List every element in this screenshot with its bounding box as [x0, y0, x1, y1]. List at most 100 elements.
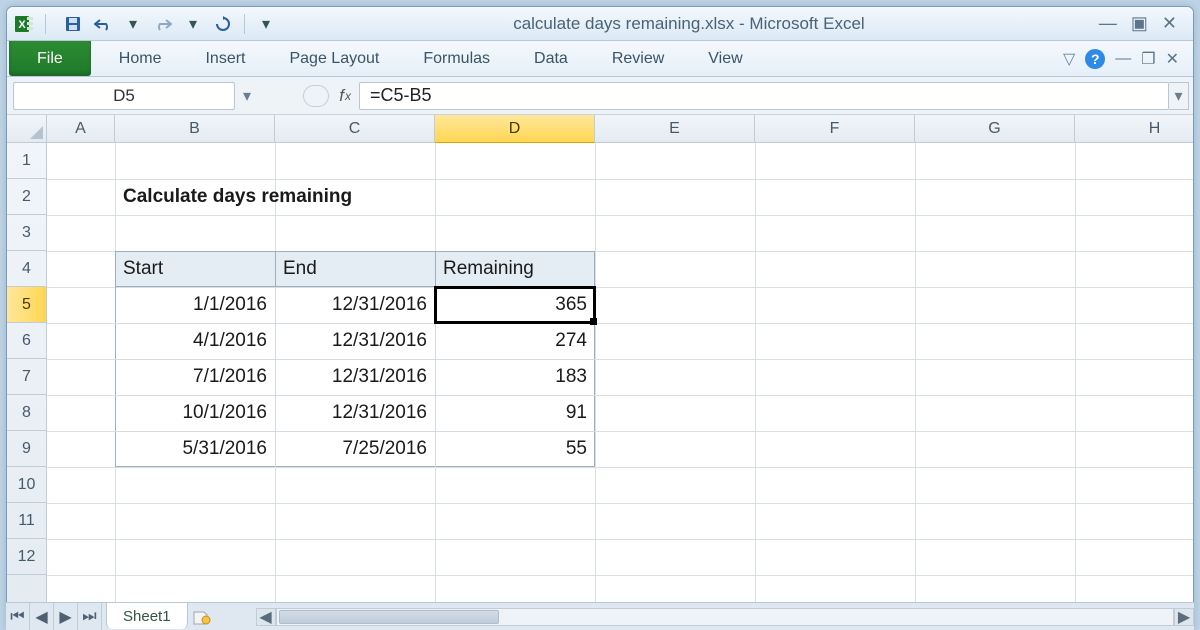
cell-C8: 12/31/2016: [275, 395, 435, 431]
col-header-H[interactable]: H: [1075, 115, 1194, 142]
ribbon-minimize-icon[interactable]: ▽: [1063, 49, 1075, 69]
tab-insert[interactable]: Insert: [183, 41, 267, 76]
ribbon-tabs: File Home Insert Page Layout Formulas Da…: [7, 41, 1193, 77]
hscroll-thumb[interactable]: [279, 610, 499, 624]
row-header-6[interactable]: 6: [7, 323, 46, 359]
formula-bar-expand[interactable]: ▾: [1169, 82, 1189, 110]
cell-B8: 10/1/2016: [115, 395, 275, 431]
cell-B5: 1/1/2016: [115, 287, 275, 323]
row-headers: 1 2 3 4 5 6 7 8 9 10 11 12: [7, 143, 47, 629]
title-bar: X ▾ ▾ ▾ calculate days remaining.xlsx - …: [7, 7, 1193, 41]
row-header-3[interactable]: 3: [7, 215, 46, 251]
cell-C9: 7/25/2016: [275, 431, 435, 467]
doc-name: calculate days remaining.xlsx: [513, 14, 734, 33]
col-header-B[interactable]: B: [115, 115, 275, 142]
undo-dropdown[interactable]: ▾: [120, 12, 146, 36]
tab-page-layout[interactable]: Page Layout: [267, 41, 401, 76]
new-sheet-button[interactable]: [188, 603, 216, 630]
sheet-nav-first[interactable]: ⏮: [6, 603, 30, 630]
horizontal-scrollbar[interactable]: ◀ ▶: [256, 603, 1194, 630]
row-header-9[interactable]: 9: [7, 431, 46, 467]
sheet-nav-last[interactable]: ⏭: [78, 603, 102, 630]
cell-D6: 274: [435, 323, 595, 359]
tab-view[interactable]: View: [686, 41, 764, 76]
cell-C6: 12/31/2016: [275, 323, 435, 359]
th-start: Start: [115, 251, 275, 287]
tab-review[interactable]: Review: [590, 41, 686, 76]
row-header-11[interactable]: 11: [7, 503, 46, 539]
svg-text:X: X: [18, 19, 26, 31]
sheet-tab-1[interactable]: Sheet1: [106, 602, 188, 629]
sheet-nav-prev[interactable]: ◀: [30, 603, 54, 630]
formula-input[interactable]: =C5-B5: [359, 82, 1169, 110]
col-header-E[interactable]: E: [595, 115, 755, 142]
tab-data[interactable]: Data: [512, 41, 590, 76]
workbook-close-button[interactable]: ✕: [1166, 49, 1179, 69]
name-box[interactable]: D5: [13, 82, 235, 110]
col-header-G[interactable]: G: [915, 115, 1075, 142]
cell-D9: 55: [435, 431, 595, 467]
repeat-button[interactable]: [210, 12, 236, 36]
cancel-formula-icon[interactable]: [303, 85, 329, 107]
name-box-dropdown[interactable]: ▾: [235, 82, 259, 110]
app-name: Microsoft Excel: [749, 14, 864, 33]
cell-B6: 4/1/2016: [115, 323, 275, 359]
sheet-nav-next[interactable]: ▶: [54, 603, 78, 630]
row-header-2[interactable]: 2: [7, 179, 46, 215]
undo-button[interactable]: [90, 12, 116, 36]
separator: [244, 14, 245, 34]
file-tab[interactable]: File: [9, 41, 91, 76]
qat-customize-dropdown[interactable]: ▾: [253, 12, 279, 36]
tab-home[interactable]: Home: [97, 41, 184, 76]
th-end: End: [275, 251, 435, 287]
separator: [45, 14, 46, 34]
window-controls: ― ▣ ✕: [1099, 13, 1187, 34]
sheet-tab-bar: ⏮ ◀ ▶ ⏭ Sheet1 ◀ ▶: [6, 602, 1194, 630]
sheet-title: Calculate days remaining: [115, 179, 515, 215]
row-header-12[interactable]: 12: [7, 539, 46, 575]
row-header-1[interactable]: 1: [7, 143, 46, 179]
minimize-button[interactable]: ―: [1099, 13, 1117, 34]
worksheet: A B C D E F G H 1 2 3 4 5 6 7 8 9 10 11 …: [7, 115, 1193, 629]
cell-area[interactable]: Calculate days remaining Start End Remai…: [47, 143, 1194, 629]
row-header-7[interactable]: 7: [7, 359, 46, 395]
cell-C7: 12/31/2016: [275, 359, 435, 395]
column-headers: A B C D E F G H: [47, 115, 1194, 143]
select-all-corner[interactable]: [7, 115, 47, 143]
col-header-D[interactable]: D: [435, 115, 595, 143]
tab-formulas[interactable]: Formulas: [401, 41, 512, 76]
cell-D8: 91: [435, 395, 595, 431]
hscroll-track[interactable]: [276, 608, 1174, 626]
window-title: calculate days remaining.xlsx - Microsof…: [285, 14, 1093, 34]
redo-dropdown[interactable]: ▾: [180, 12, 206, 36]
row-header-10[interactable]: 10: [7, 467, 46, 503]
hscroll-left-button[interactable]: ◀: [256, 608, 276, 626]
sheet-nav: ⏮ ◀ ▶ ⏭: [6, 603, 102, 630]
cell-B7: 7/1/2016: [115, 359, 275, 395]
cell-B9: 5/31/2016: [115, 431, 275, 467]
col-header-A[interactable]: A: [47, 115, 115, 142]
maximize-button[interactable]: ▣: [1131, 13, 1148, 34]
cell-D5: 365: [435, 287, 595, 323]
fx-area: fx: [259, 85, 359, 107]
cell-C5: 12/31/2016: [275, 287, 435, 323]
quick-access-toolbar: ▾ ▾ ▾: [60, 12, 279, 36]
row-header-5[interactable]: 5: [7, 287, 46, 323]
col-header-C[interactable]: C: [275, 115, 435, 142]
workbook-restore-button[interactable]: ❐: [1141, 49, 1155, 69]
ribbon-right: ▽ ? ― ❐ ✕: [1063, 41, 1193, 76]
th-remaining: Remaining: [435, 251, 595, 287]
help-icon[interactable]: ?: [1085, 49, 1105, 69]
row-header-4[interactable]: 4: [7, 251, 46, 287]
hscroll-right-button[interactable]: ▶: [1174, 608, 1194, 626]
workbook-minimize-button[interactable]: ―: [1115, 50, 1131, 68]
app-window: X ▾ ▾ ▾ calculate days remaining.xlsx - …: [6, 6, 1194, 630]
excel-icon: X: [13, 13, 35, 35]
col-header-F[interactable]: F: [755, 115, 915, 142]
redo-button[interactable]: [150, 12, 176, 36]
cell-D7: 183: [435, 359, 595, 395]
close-button[interactable]: ✕: [1162, 13, 1177, 34]
row-header-8[interactable]: 8: [7, 395, 46, 431]
save-button[interactable]: [60, 12, 86, 36]
fx-icon[interactable]: fx: [339, 86, 351, 106]
